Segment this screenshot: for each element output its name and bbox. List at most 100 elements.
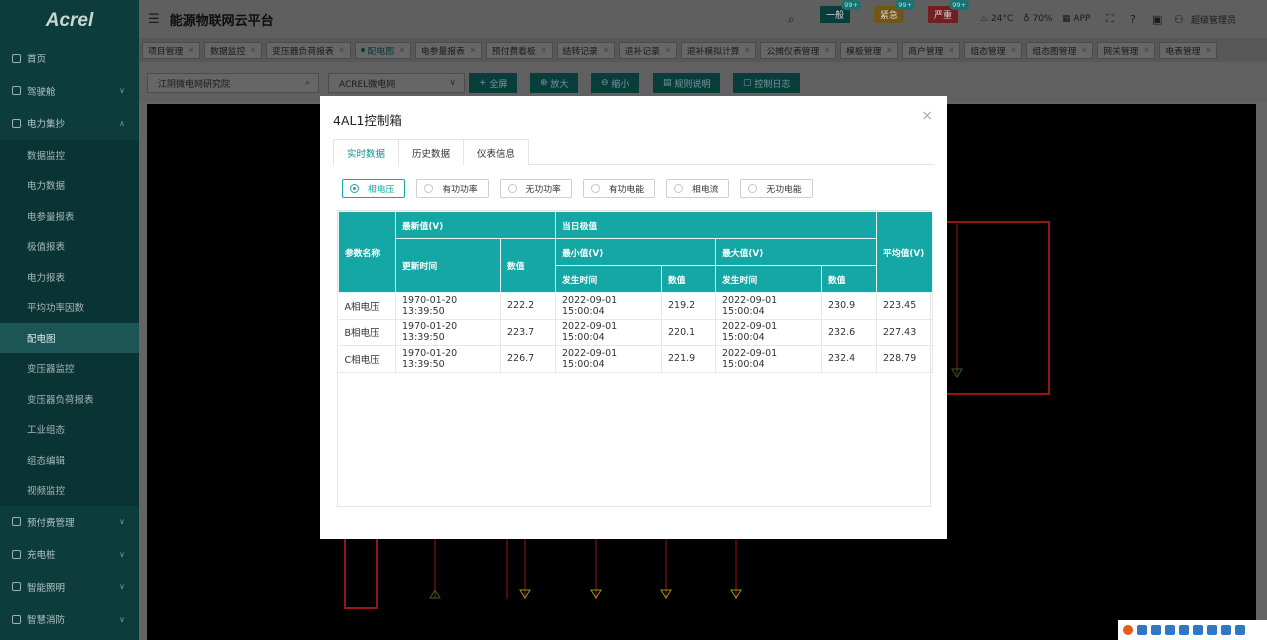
sidebar-subitem[interactable]: 数据监控 [0,139,139,170]
cell-max: 232.4 [821,345,878,373]
skin-icon[interactable] [1221,625,1231,635]
sidebar-subitem[interactable]: 视频监控 [0,475,139,506]
cell-max: 230.9 [821,292,878,320]
header-min: 最小值(V) [555,238,716,266]
emoji-icon[interactable] [1165,625,1175,635]
cell-max-time: 2022-09-01 15:00:04 [715,319,822,346]
radio-icon [350,184,359,193]
sidebar-item-lighting[interactable]: 智能照明 ∨ [0,571,139,604]
sidebar-item-fire[interactable]: 智慧消防 ∨ [0,603,139,636]
radio-phase-current[interactable]: 相电流 [666,179,730,198]
data-table: 参数名称 最新值(V) 当日极值 平均值(V) 更新时间 数值 最小值(V) 最… [337,210,934,507]
cell-min: 221.9 [661,345,716,373]
sidebar-item-home[interactable]: 首页 [0,42,139,75]
radio-reactive-energy[interactable]: 无功电能 [740,179,813,198]
cell-max-time: 2022-09-01 15:00:04 [715,345,822,373]
cell-update: 1970-01-20 13:39:50 [395,345,501,373]
close-icon[interactable]: × [921,108,933,124]
cell-avg: 227.43 [876,319,934,346]
radio-icon [590,184,600,193]
header-min-value: 数值 [661,265,716,293]
sidebar-subitem[interactable]: 工业组态 [0,414,139,445]
chevron-up-icon: ∧ [119,118,125,128]
radio-icon [507,184,517,193]
modal-title: 4AL1控制箱 [333,113,402,128]
cell-max-time: 2022-09-01 15:00:04 [715,292,822,320]
cell-name: A相电压 [338,292,396,320]
sidebar-subitem[interactable]: 平均功率因数 [0,292,139,323]
cockpit-icon [12,86,21,96]
radio-icon [748,184,758,193]
modal-tabs: 实时数据 历史数据 仪表信息 [333,139,935,166]
header-average: 平均值(V) [876,211,934,293]
radio-reactive-power[interactable]: 无功功率 [499,179,572,198]
sogou-icon[interactable] [1123,625,1133,635]
tab-meter-info[interactable]: 仪表信息 [463,139,530,165]
cell-update: 1970-01-20 13:39:50 [395,319,501,346]
radio-phase-voltage[interactable]: 相电压 [342,179,406,198]
sidebar-item-prepaid[interactable]: 预付费管理 ∨ [0,506,139,539]
sidebar-subitem[interactable]: 极值报表 [0,231,139,262]
user-icon[interactable] [1207,625,1217,635]
cell-update: 1970-01-20 13:39:50 [395,292,501,320]
header-param-name: 参数名称 [338,211,396,293]
device-detail-modal: 4AL1控制箱 × 实时数据 历史数据 仪表信息 相电压 有功功率 无功功率 有… [320,96,947,539]
cell-min: 220.1 [661,319,716,346]
header-today-extreme: 当日极值 [554,211,878,239]
cell-min-time: 2022-09-01 15:00:04 [555,319,662,346]
tab-realtime[interactable]: 实时数据 [333,139,400,166]
radio-icon [674,184,684,193]
sidebar-subitem-distribution-diagram[interactable]: 配电图 [0,322,139,353]
header-max: 最大值(V) [714,238,878,266]
bulb-icon [12,582,21,592]
radio-active-power[interactable]: 有功功率 [416,179,489,198]
cell-max: 232.6 [821,319,878,346]
sidebar-item-cockpit[interactable]: 驾驶舱 ∨ [0,75,139,108]
cell-name: B相电压 [338,319,396,346]
cell-avg: 223.45 [876,292,934,320]
header-latest: 最新值(V) [395,211,556,239]
punctuation-icon[interactable] [1151,625,1161,635]
radio-active-energy[interactable]: 有功电能 [582,179,656,198]
chevron-down-icon: ∨ [119,549,125,559]
grid-icon[interactable] [1235,625,1245,635]
mic-icon[interactable] [1179,625,1189,635]
sidebar-subitem[interactable]: 电参量报表 [0,200,139,231]
cell-min-time: 2022-09-01 15:00:04 [555,292,662,320]
system-tray [1118,620,1267,640]
sidebar-subitem[interactable]: 组态编辑 [0,444,139,475]
cell-name: C相电压 [338,345,396,373]
radio-icon [424,184,434,193]
home-icon [12,53,21,63]
table-row: C相电压 1970-01-20 13:39:50 226.7 2022-09-01 1… [338,345,934,373]
table-row: A相电压 1970-01-20 13:39:50 222.2 2022-09-01 1… [338,292,934,320]
logo: Acrel [45,10,94,31]
tab-history[interactable]: 历史数据 [398,139,465,165]
chevron-down-icon: ∨ [119,86,125,96]
header-min-time: 发生时间 [555,265,662,293]
parameter-radio-group: 相电压 有功功率 无功功率 有功电能 相电流 无功电能 [342,179,824,198]
ime-icon[interactable] [1137,625,1147,635]
meter-icon [12,118,21,128]
chevron-down-icon: ∨ [119,582,125,592]
table-row: B相电压 1970-01-20 13:39:50 223.7 2022-09-01 1… [338,319,934,346]
cell-latest: 222.2 [500,292,556,320]
sidebar-subitem[interactable]: 变压器负荷报表 [0,383,139,414]
fire-icon [12,614,21,624]
cell-min-time: 2022-09-01 15:00:04 [555,345,662,373]
sidebar-subitem[interactable]: 电力数据 [0,170,139,201]
chevron-down-icon: ∨ [119,517,125,527]
sidebar: Acrel 首页 驾驶舱 ∨ 电力集抄 ∧ 数据监控 电力数据 电参量报表 极值报表… [0,0,139,640]
chevron-down-icon: ∨ [119,614,125,624]
cell-latest: 226.7 [500,345,556,373]
header-max-value: 数值 [820,265,878,293]
header-value: 数值 [500,238,556,293]
sidebar-item-power-collection[interactable]: 电力集抄 ∧ [0,107,139,140]
sidebar-item-charging[interactable]: 充电桩 ∨ [0,538,139,571]
keyboard-icon[interactable] [1193,625,1203,635]
sidebar-subitem[interactable]: 变压器监控 [0,353,139,384]
header-max-time: 发生时间 [715,265,822,293]
charger-icon [12,549,21,559]
cell-latest: 223.7 [500,319,556,346]
sidebar-subitem[interactable]: 电力报表 [0,261,139,292]
